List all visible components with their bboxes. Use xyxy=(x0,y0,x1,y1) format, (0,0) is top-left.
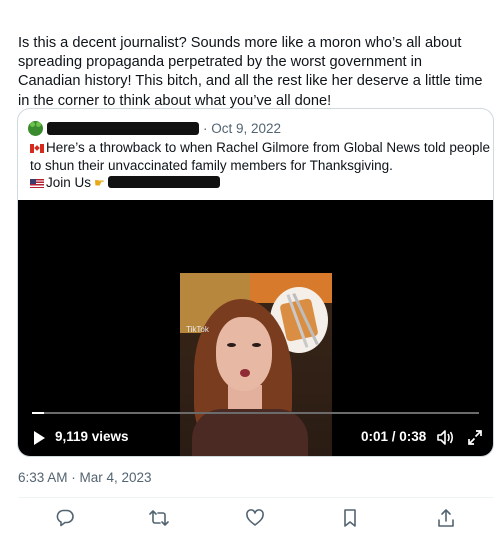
join-us-label: Join Us xyxy=(46,175,92,190)
tiktok-watermark: TikTok xyxy=(186,325,209,334)
play-icon[interactable] xyxy=(34,431,45,445)
us-flag-icon xyxy=(30,179,44,188)
video-time: 0:01 / 0:38 xyxy=(361,429,427,444)
tweet-text: Is this a decent journalist? Sounds more… xyxy=(18,35,483,109)
redacted-username xyxy=(47,121,199,135)
volume-icon[interactable] xyxy=(437,429,455,446)
divider xyxy=(18,497,494,498)
retweet-icon[interactable] xyxy=(149,508,169,528)
redacted-handle xyxy=(107,176,220,188)
canada-flag-icon xyxy=(30,144,44,153)
video-view-count: 9,119 views xyxy=(55,429,129,444)
video-progress-fill xyxy=(32,412,44,414)
video-progress-bar[interactable] xyxy=(32,412,479,414)
quoted-tweet-card[interactable]: · Oct 9, 2022 Here’s a throwback to when… xyxy=(17,108,494,457)
reply-icon[interactable] xyxy=(55,508,75,528)
video-player[interactable]: TikTok 9,119 views 0:01 / 0:38 xyxy=(18,200,493,456)
share-icon[interactable] xyxy=(436,508,456,528)
pointing-hand-icon: ☛ xyxy=(94,176,105,190)
fullscreen-icon[interactable] xyxy=(467,429,483,446)
quoted-tweet-main-line: Here’s a throwback to when Rachel Gilmor… xyxy=(30,139,490,174)
like-icon[interactable] xyxy=(245,508,265,528)
quoted-tweet-join-line: Join Us ☛ xyxy=(30,174,490,193)
action-bar xyxy=(0,506,499,530)
quoted-tweet-date[interactable]: · Oct 9, 2022 xyxy=(203,121,281,136)
bookmark-icon[interactable] xyxy=(340,508,360,528)
post-timestamp[interactable]: 6:33 AM · Mar 4, 2023 xyxy=(18,470,152,485)
quoted-tweet-text: Here’s a throwback to when Rachel Gilmor… xyxy=(30,140,490,173)
video-thumbnail[interactable]: TikTok xyxy=(180,273,332,456)
frog-icon[interactable] xyxy=(28,120,43,136)
quoted-tweet-header: · Oct 9, 2022 xyxy=(28,119,488,137)
quoted-tweet-text-block: Here’s a throwback to when Rachel Gilmor… xyxy=(30,139,490,193)
